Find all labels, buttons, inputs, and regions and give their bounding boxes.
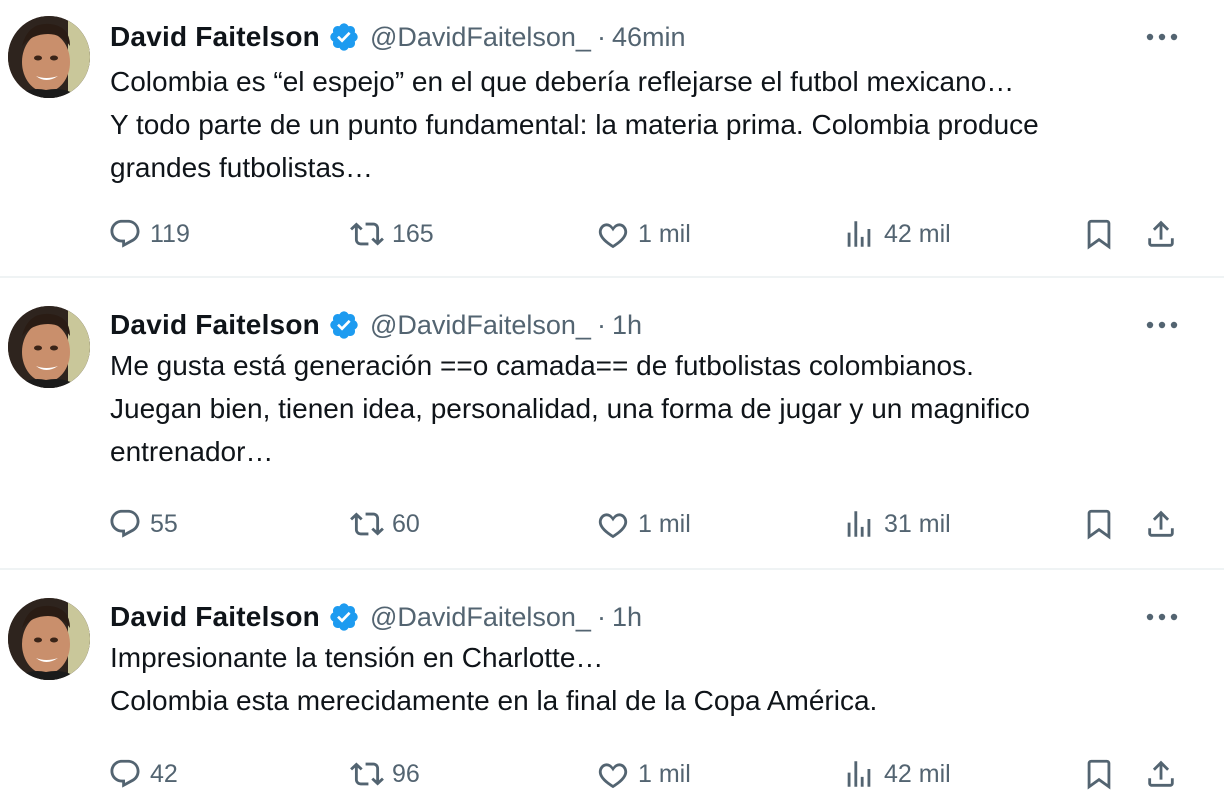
share-upload-icon — [1148, 220, 1174, 247]
share-button[interactable] — [1144, 212, 1178, 256]
retweet-button[interactable]: 165 — [350, 212, 434, 256]
like-button[interactable]: 1 mil — [596, 502, 691, 546]
action-bar: 42 96 1 mil 42 mil — [0, 752, 1224, 796]
action-bar: 119 165 1 mil 42 mil — [0, 212, 1224, 256]
retweet-icon — [350, 512, 384, 536]
like-button[interactable]: 1 mil — [596, 212, 691, 256]
tweet-header: David Faitelson @DavidFaitelson_ · 1h — [110, 308, 642, 342]
tweet-text-line: Colombia es “el espejo” en el que deberí… — [110, 66, 1015, 97]
more-dots-icon[interactable] — [1144, 22, 1180, 52]
tweet-text-line: Juegan bien, tienen idea, personalidad, … — [110, 393, 1030, 424]
verified-badge-icon[interactable] — [328, 21, 360, 53]
author-name[interactable]: David Faitelson — [110, 309, 320, 341]
like-button[interactable]: 1 mil — [596, 752, 691, 796]
tweet-text-line: Colombia esta merecidamente en la final … — [110, 685, 878, 716]
tweet-3[interactable]: David Faitelson @DavidFaitelson_ · 1h Im… — [0, 570, 1224, 806]
bookmark-icon — [1087, 509, 1111, 540]
avatar[interactable] — [8, 306, 90, 388]
views-bars-icon — [847, 221, 871, 247]
heart-icon — [598, 763, 628, 789]
like-count: 1 mil — [638, 509, 691, 538]
tweet-feed: David Faitelson @DavidFaitelson_ · 46min… — [0, 0, 1224, 806]
views-count: 31 mil — [884, 509, 951, 538]
heart-icon — [598, 223, 628, 249]
bookmark-button[interactable] — [1082, 752, 1116, 796]
bookmark-button[interactable] — [1082, 212, 1116, 256]
reply-bubble-icon — [110, 219, 140, 248]
avatar[interactable] — [8, 598, 90, 680]
views-bars-icon — [847, 511, 871, 537]
tweet-text-line: Impresionante la tensión en Charlotte… — [110, 642, 604, 673]
author-handle[interactable]: @DavidFaitelson_ — [370, 22, 591, 53]
share-button[interactable] — [1144, 752, 1178, 796]
retweet-button[interactable]: 60 — [350, 502, 420, 546]
tweet-text-line: Me gusta está generación ==o camada== de… — [110, 350, 974, 381]
reply-count: 42 — [150, 759, 178, 788]
views-count: 42 mil — [884, 759, 951, 788]
timestamp[interactable]: 46min — [612, 22, 686, 53]
tweet-header: David Faitelson @DavidFaitelson_ · 1h — [110, 600, 642, 634]
reply-count: 55 — [150, 509, 178, 538]
reply-bubble-icon — [110, 509, 140, 538]
timestamp[interactable]: 1h — [612, 602, 642, 633]
action-bar: 55 60 1 mil 31 mil — [0, 502, 1224, 546]
more-dots-icon[interactable] — [1144, 602, 1180, 632]
tweet-2[interactable]: David Faitelson @DavidFaitelson_ · 1h Me… — [0, 278, 1224, 570]
bookmark-icon — [1087, 759, 1111, 790]
reply-button[interactable]: 119 — [108, 212, 190, 256]
author-handle[interactable]: @DavidFaitelson_ — [370, 310, 591, 341]
reply-button[interactable]: 42 — [108, 752, 178, 796]
author-handle[interactable]: @DavidFaitelson_ — [370, 602, 591, 633]
views-button[interactable]: 42 mil — [842, 752, 951, 796]
retweet-icon — [350, 222, 384, 246]
reply-button[interactable]: 55 — [108, 502, 178, 546]
reply-bubble-icon — [110, 759, 140, 788]
bookmark-button[interactable] — [1082, 502, 1116, 546]
views-button[interactable]: 31 mil — [842, 502, 951, 546]
retweet-icon — [350, 762, 384, 786]
tweet-text: Me gusta está generación ==o camada== de… — [110, 344, 1200, 473]
views-count: 42 mil — [884, 219, 951, 248]
tweet-text-line: grandes futbolistas… — [110, 152, 374, 183]
retweet-button[interactable]: 96 — [350, 752, 420, 796]
author-name[interactable]: David Faitelson — [110, 601, 320, 633]
more-dots-icon[interactable] — [1144, 310, 1180, 340]
author-name[interactable]: David Faitelson — [110, 21, 320, 53]
tweet-header: David Faitelson @DavidFaitelson_ · 46min — [110, 20, 686, 54]
like-count: 1 mil — [638, 759, 691, 788]
retweet-count: 165 — [392, 219, 434, 248]
tweet-1[interactable]: David Faitelson @DavidFaitelson_ · 46min… — [0, 0, 1224, 278]
avatar[interactable] — [8, 16, 90, 98]
share-button[interactable] — [1144, 502, 1178, 546]
views-button[interactable]: 42 mil — [842, 212, 951, 256]
heart-icon — [598, 513, 628, 539]
tweet-text: Colombia es “el espejo” en el que deberí… — [110, 60, 1200, 189]
bookmark-icon — [1087, 219, 1111, 250]
share-upload-icon — [1148, 510, 1174, 537]
tweet-text-line: entrenador… — [110, 436, 274, 467]
separator-dot: · — [596, 21, 606, 52]
share-upload-icon — [1148, 760, 1174, 787]
verified-badge-icon[interactable] — [328, 309, 360, 341]
views-bars-icon — [847, 761, 871, 787]
timestamp[interactable]: 1h — [612, 310, 642, 341]
like-count: 1 mil — [638, 219, 691, 248]
verified-badge-icon[interactable] — [328, 601, 360, 633]
reply-count: 119 — [150, 219, 190, 248]
retweet-count: 60 — [392, 509, 420, 538]
separator-dot: · — [596, 601, 606, 632]
tweet-text: Impresionante la tensión en Charlotte… Co… — [110, 636, 1200, 722]
tweet-text-line: Y todo parte de un punto fundamental: la… — [110, 109, 1039, 140]
separator-dot: · — [596, 309, 606, 340]
retweet-count: 96 — [392, 759, 420, 788]
